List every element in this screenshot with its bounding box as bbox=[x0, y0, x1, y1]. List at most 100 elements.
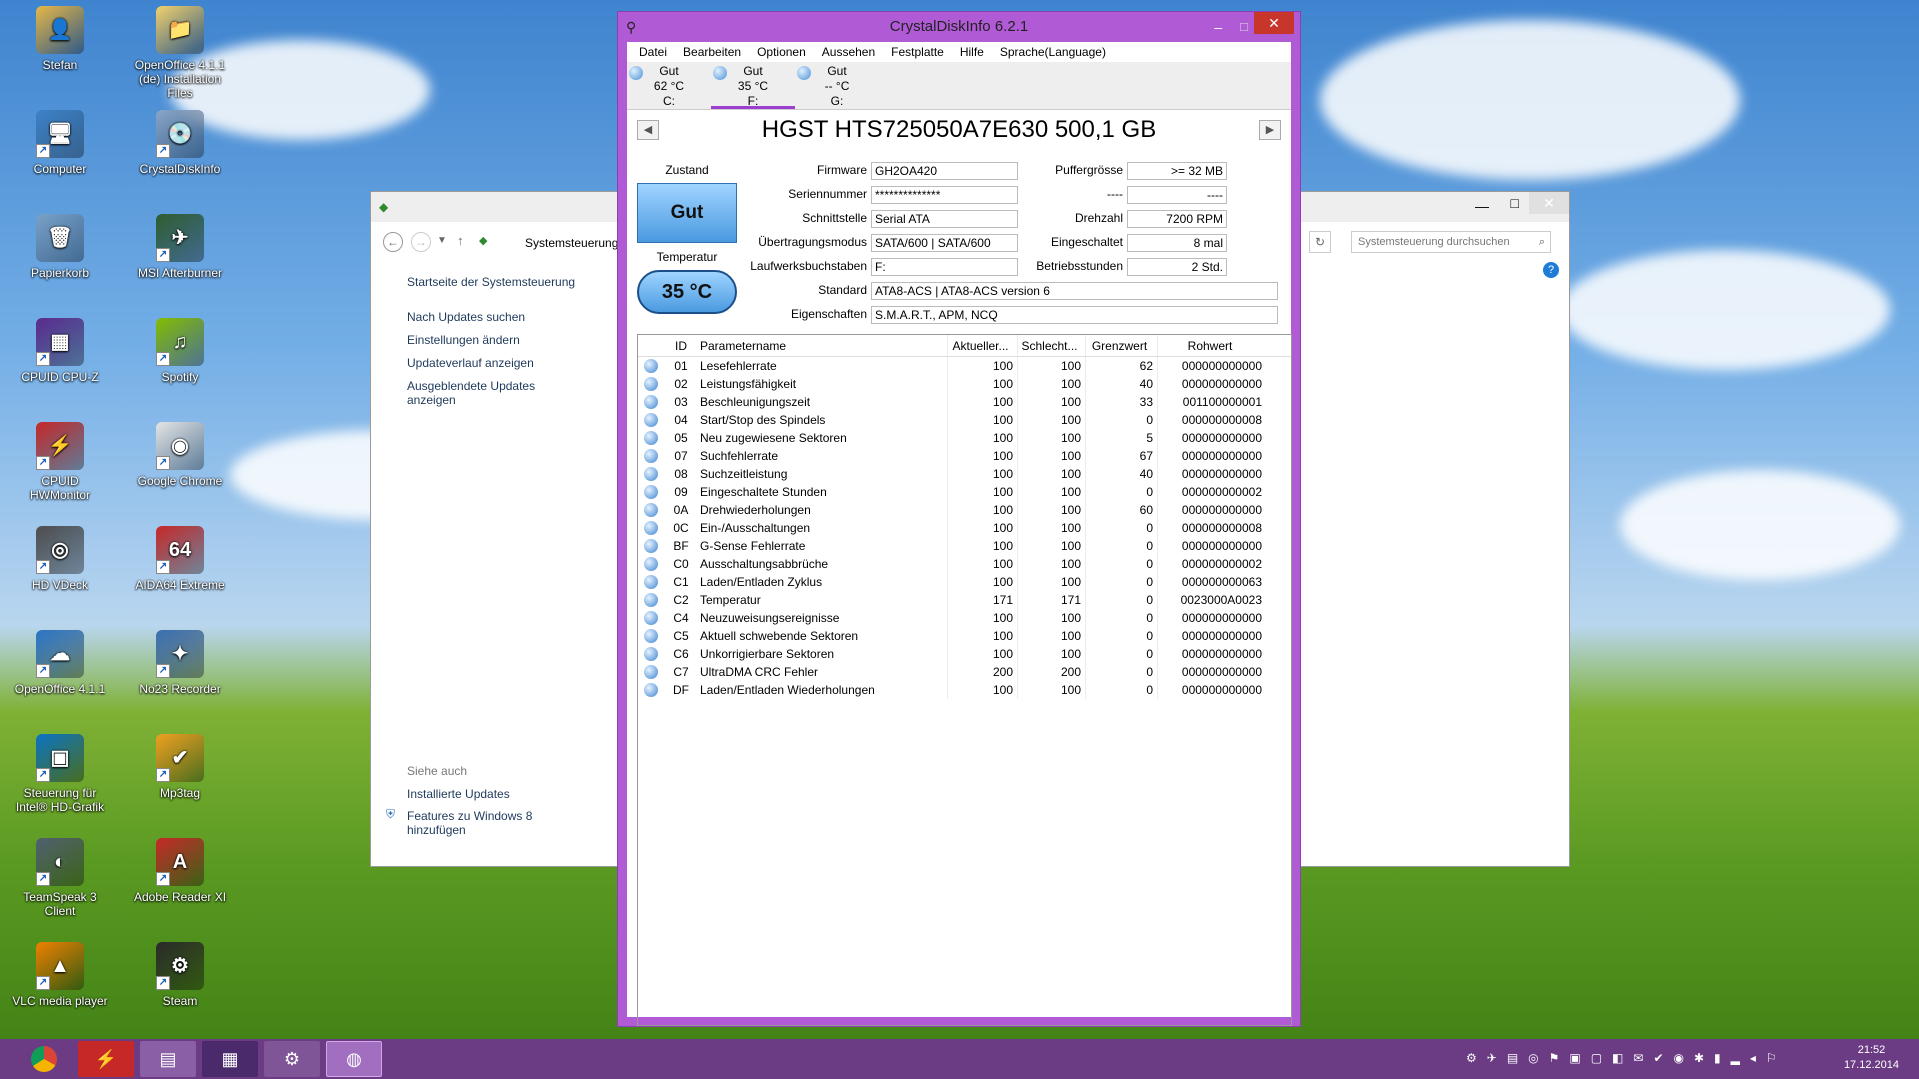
taskbar-chrome[interactable] bbox=[16, 1041, 72, 1077]
desktop-icon[interactable]: ✔ ↗ Mp3tag bbox=[130, 734, 230, 800]
desktop-icon[interactable]: ◎ ↗ HD VDeck bbox=[10, 526, 110, 592]
shield-icon: ⛨ bbox=[386, 807, 396, 821]
maximize-icon[interactable]: □ bbox=[1511, 195, 1519, 211]
drive-tab-f[interactable]: Gut 35 °C F: bbox=[711, 62, 795, 109]
header-raw[interactable]: Rohwert bbox=[1158, 335, 1266, 356]
shortcut-arrow-icon: ↗ bbox=[156, 872, 170, 886]
minimize-icon[interactable]: – bbox=[1214, 12, 1222, 42]
link-hidden-updates[interactable]: Ausgeblendete Updates anzeigen bbox=[407, 379, 547, 407]
drive-tab-g[interactable]: Gut -- °C G: bbox=[795, 62, 879, 109]
cell-id: 0C bbox=[673, 521, 689, 535]
chevron-down-icon[interactable]: ▼ bbox=[437, 235, 447, 246]
cell-raw: 001100000001 bbox=[1182, 395, 1262, 409]
forward-icon[interactable]: → bbox=[411, 232, 431, 252]
cell-worst: 100 bbox=[1018, 483, 1086, 501]
desktop-icon[interactable]: ✦ ↗ No23 Recorder bbox=[130, 630, 230, 696]
menu-aussehen[interactable]: Aussehen bbox=[814, 42, 883, 62]
search-input[interactable]: Systemsteuerung durchsuchen ⌕ bbox=[1351, 231, 1551, 253]
icon-glyph: 👤 bbox=[47, 19, 73, 41]
taskbar-cpuz[interactable]: ▦ bbox=[202, 1041, 258, 1077]
taskbar-control-panel[interactable]: ▤ bbox=[140, 1041, 196, 1077]
desktop-icon[interactable]: 💿 ↗ CrystalDiskInfo bbox=[130, 110, 230, 176]
desktop-icon-label: Mp3tag bbox=[159, 786, 201, 800]
header-worst[interactable]: Schlecht... bbox=[1018, 335, 1086, 356]
drive-selector: Gut 62 °C C: Gut 35 °C F: Gut -- °C G: bbox=[627, 62, 1291, 110]
menu-datei[interactable]: Datei bbox=[631, 42, 675, 62]
desktop-icon[interactable]: A ↗ Adobe Reader XI bbox=[130, 838, 230, 904]
table-row[interactable]: BF G-Sense Fehlerrate 100 100 0 000000000000 bbox=[638, 537, 1291, 555]
up-icon[interactable]: ↑ bbox=[457, 233, 464, 248]
app-icon: ⚡ ↗ bbox=[36, 422, 84, 470]
desktop-icon[interactable]: ▦ ↗ CPUID CPU-Z bbox=[10, 318, 110, 384]
table-row[interactable]: 03 Beschleunigungszeit 100 100 33 00110000000… bbox=[638, 393, 1291, 411]
table-row[interactable]: C6 Unkorrigierbare Sektoren 100 100 0 0000000… bbox=[638, 645, 1291, 663]
link-windows-features[interactable]: Features zu Windows 8 hinzufügen bbox=[407, 809, 557, 837]
help-icon[interactable]: ? bbox=[1543, 262, 1559, 278]
crystaldiskinfo-window[interactable]: ⚲ CrystalDiskInfo 6.2.1 – □ ✕ Datei Bear… bbox=[617, 11, 1301, 1027]
desktop-icon[interactable]: ◉ ↗ Google Chrome bbox=[130, 422, 230, 488]
desktop-icon[interactable]: 64 ↗ AIDA64 Extreme bbox=[130, 526, 230, 592]
table-row[interactable]: 0C Ein-/Ausschaltungen 100 100 0 000000000008 bbox=[638, 519, 1291, 537]
crystaldiskinfo-titlebar[interactable]: ⚲ CrystalDiskInfo 6.2.1 – □ ✕ bbox=[618, 12, 1300, 42]
table-row[interactable]: 05 Neu zugewiesene Sektoren 100 100 5 0000000… bbox=[638, 429, 1291, 447]
breadcrumb[interactable]: Systemsteuerung bbox=[525, 236, 618, 250]
table-row[interactable]: 04 Start/Stop des Spindels 100 100 0 00000000… bbox=[638, 411, 1291, 429]
menu-festplatte[interactable]: Festplatte bbox=[883, 42, 952, 62]
table-row[interactable]: DF Laden/Entladen Wiederholungen 100 100 0 00… bbox=[638, 681, 1291, 699]
table-row[interactable]: 09 Eingeschaltete Stunden 100 100 0 000000000… bbox=[638, 483, 1291, 501]
table-row[interactable]: 07 Suchfehlerrate 100 100 67 000000000000 bbox=[638, 447, 1291, 465]
cell-threshold: 0 bbox=[1086, 519, 1158, 537]
desktop-icon[interactable]: 📁 OpenOffice 4.1.1 (de) Installation File… bbox=[130, 6, 230, 100]
desktop-icon[interactable]: 👤 Stefan bbox=[10, 6, 110, 72]
health-status-button[interactable]: Gut bbox=[637, 183, 737, 243]
desktop-icon[interactable]: ♫ ↗ Spotify bbox=[130, 318, 230, 384]
poweron-count-label: Eingeschaltet bbox=[1050, 235, 1123, 249]
desktop-icon[interactable]: ⚙ ↗ Steam bbox=[130, 942, 230, 1008]
drive-tab-c[interactable]: Gut 62 °C C: bbox=[627, 62, 711, 109]
desktop-icon[interactable]: ▲ ↗ VLC media player bbox=[10, 942, 110, 1008]
link-installed-updates[interactable]: Installierte Updates bbox=[407, 787, 510, 801]
desktop-icon[interactable]: ☁ ↗ OpenOffice 4.1.1 bbox=[10, 630, 110, 696]
table-row[interactable]: 01 Lesefehlerrate 100 100 62 000000000000 bbox=[638, 357, 1291, 375]
table-row[interactable]: 02 Leistungsfähigkeit 100 100 40 000000000000 bbox=[638, 375, 1291, 393]
menu-sprache[interactable]: Sprache(Language) bbox=[992, 42, 1114, 62]
header-name[interactable]: Parametername bbox=[696, 335, 948, 356]
link-change-settings[interactable]: Einstellungen ändern bbox=[407, 333, 520, 347]
header-threshold[interactable]: Grenzwert bbox=[1086, 335, 1158, 356]
back-icon[interactable]: ← bbox=[383, 232, 403, 252]
desktop-icon[interactable]: ⚡ ↗ CPUID HWMonitor bbox=[10, 422, 110, 502]
taskbar-steam[interactable]: ⚙ bbox=[264, 1041, 320, 1077]
table-row[interactable]: C7 UltraDMA CRC Fehler 200 200 0 000000000000 bbox=[638, 663, 1291, 681]
table-row[interactable]: C1 Laden/Entladen Zyklus 100 100 0 0000000000… bbox=[638, 573, 1291, 591]
clock[interactable]: 21:52 17.12.2014 bbox=[1844, 1043, 1899, 1073]
table-row[interactable]: 08 Suchzeitleistung 100 100 40 000000000000 bbox=[638, 465, 1291, 483]
close-icon[interactable]: ✕ bbox=[1254, 12, 1294, 34]
taskbar-crystaldiskinfo[interactable]: ◍ bbox=[326, 1041, 382, 1077]
close-icon[interactable]: ✕ bbox=[1529, 192, 1569, 214]
link-update-history[interactable]: Updateverlauf anzeigen bbox=[407, 356, 534, 370]
table-row[interactable]: C0 Ausschaltungsabbrüche 100 100 0 0000000000… bbox=[638, 555, 1291, 573]
tray-icons[interactable]: ⚙✈▤◎⚑▣▢◧✉✔◉✱▮▂◂⚐ bbox=[1466, 1051, 1787, 1065]
table-row[interactable]: C2 Temperatur 171 171 0 0023000A0023 bbox=[638, 591, 1291, 609]
desktop-icon[interactable]: ✈ ↗ MSI Afterburner bbox=[130, 214, 230, 280]
header-id[interactable]: ID bbox=[666, 335, 696, 356]
menu-hilfe[interactable]: Hilfe bbox=[952, 42, 992, 62]
shortcut-arrow-icon: ↗ bbox=[156, 456, 170, 470]
menu-bearbeiten[interactable]: Bearbeiten bbox=[675, 42, 749, 62]
temperature-display[interactable]: 35 °C bbox=[637, 270, 737, 314]
link-check-updates[interactable]: Nach Updates suchen bbox=[407, 310, 525, 324]
table-row[interactable]: C5 Aktuell schwebende Sektoren 100 100 0 0000… bbox=[638, 627, 1291, 645]
table-row[interactable]: 0A Drehwiederholungen 100 100 60 000000000000 bbox=[638, 501, 1291, 519]
maximize-icon[interactable]: □ bbox=[1240, 12, 1248, 42]
home-link[interactable]: Startseite der Systemsteuerung bbox=[407, 275, 575, 289]
desktop-icon[interactable]: ◐ ↗ TeamSpeak 3 Client bbox=[10, 838, 110, 918]
menu-optionen[interactable]: Optionen bbox=[749, 42, 814, 62]
header-current[interactable]: Aktueller... bbox=[948, 335, 1018, 356]
desktop-icon[interactable]: 🗑 Papierkorb bbox=[10, 214, 110, 280]
taskbar-hwmonitor[interactable]: ⚡ bbox=[78, 1041, 134, 1077]
table-row[interactable]: C4 Neuzuweisungsereignisse 100 100 0 00000000… bbox=[638, 609, 1291, 627]
refresh-icon[interactable]: ↻ bbox=[1309, 231, 1331, 253]
desktop-icon[interactable]: 🖥 ↗ Computer bbox=[10, 110, 110, 176]
minimize-icon[interactable]: — bbox=[1475, 198, 1489, 214]
desktop-icon[interactable]: ▣ ↗ Steuerung für Intel® HD-Grafik bbox=[10, 734, 110, 814]
